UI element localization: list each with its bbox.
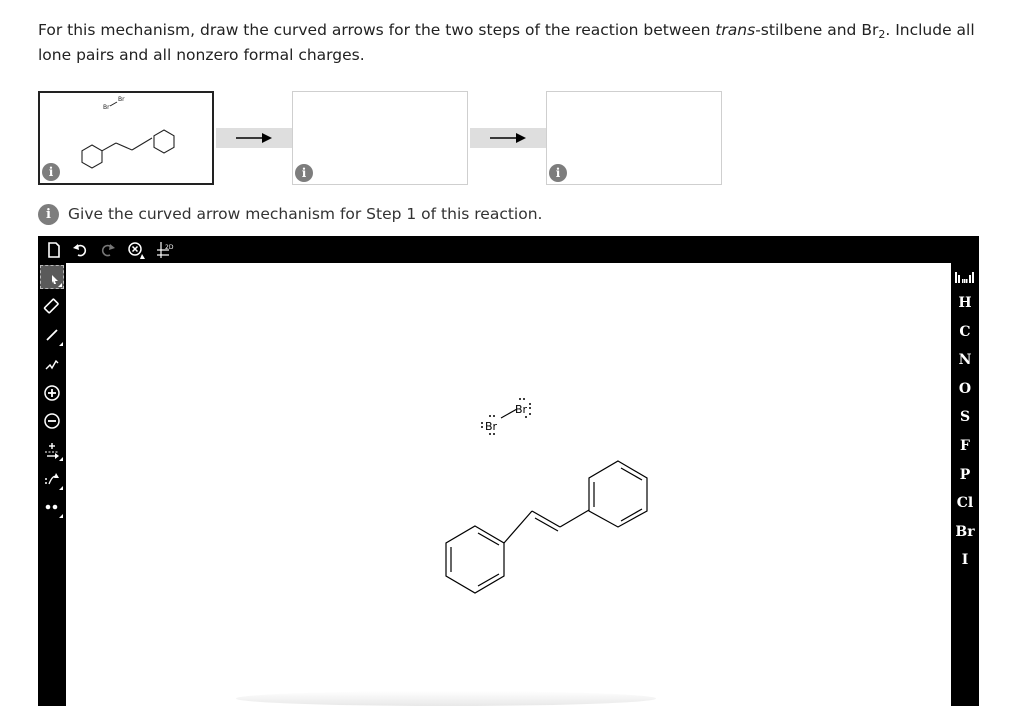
question-text: For this mechanism, draw the curved arro… bbox=[38, 20, 988, 66]
element-cl-button[interactable]: Cl bbox=[951, 491, 979, 515]
step-3-info-icon[interactable]: i bbox=[549, 164, 567, 182]
lone-pair-icon[interactable] bbox=[40, 495, 64, 519]
molecule-drawing: Br Br bbox=[445, 398, 648, 594]
editor-top-toolbar: 2D bbox=[38, 236, 979, 263]
br-atom-2[interactable]: Br bbox=[515, 403, 528, 416]
element-n-button[interactable]: N bbox=[951, 348, 979, 372]
element-o-button[interactable]: O bbox=[951, 377, 979, 401]
zoom-clear-icon[interactable] bbox=[124, 238, 148, 262]
structure-editor: 2D Br Br H C N O S F P Cl Br I bbox=[38, 236, 979, 706]
br-atom-1[interactable]: Br bbox=[485, 420, 498, 433]
element-f-button[interactable]: F bbox=[951, 434, 979, 458]
curved-arrow-icon[interactable] bbox=[40, 467, 64, 491]
step-1-thumbnail: Br Br bbox=[81, 96, 175, 169]
undo-icon[interactable] bbox=[68, 238, 92, 262]
2d-clean-icon[interactable]: 2D bbox=[154, 238, 182, 262]
plus-charge-icon[interactable] bbox=[40, 381, 64, 405]
step-arrow-2 bbox=[470, 128, 546, 148]
electron-arrow-icon[interactable] bbox=[40, 438, 64, 462]
minus-charge-icon[interactable] bbox=[40, 409, 64, 433]
periodic-table-icon[interactable] bbox=[953, 265, 977, 289]
right-arrow-icon bbox=[236, 133, 272, 143]
redo-icon[interactable] bbox=[96, 238, 120, 262]
editor-right-toolbar: H C N O S F P Cl Br I bbox=[951, 263, 979, 706]
clean-2d-label: 2D bbox=[165, 244, 174, 251]
drawing-canvas[interactable]: Br Br bbox=[66, 263, 951, 706]
element-p-button[interactable]: P bbox=[951, 463, 979, 487]
step-arrow-1 bbox=[216, 128, 292, 148]
editor-left-toolbar bbox=[38, 263, 66, 706]
question-middle: -stilbene and Br bbox=[755, 21, 879, 39]
right-arrow-icon bbox=[490, 133, 526, 143]
mechanism-steps: Br Br i i i bbox=[38, 91, 738, 187]
prompt-info-icon[interactable]: i bbox=[38, 203, 59, 225]
element-br-button[interactable]: Br bbox=[951, 520, 979, 544]
select-tool-icon[interactable] bbox=[40, 265, 64, 289]
stilbene-skeleton bbox=[445, 460, 648, 594]
step-box-2[interactable]: i bbox=[292, 91, 468, 185]
eraser-icon[interactable] bbox=[40, 294, 64, 318]
element-s-button[interactable]: S bbox=[951, 405, 979, 429]
thumb-br-2: Br bbox=[118, 96, 125, 103]
prompt-text: Give the curved arrow mechanism for Step… bbox=[68, 205, 543, 223]
new-document-icon[interactable] bbox=[42, 238, 66, 262]
step-box-1[interactable]: Br Br i bbox=[38, 91, 214, 185]
element-i-button[interactable]: I bbox=[951, 548, 979, 572]
step-prompt: i Give the curved arrow mechanism for St… bbox=[38, 203, 542, 225]
bond-icon[interactable] bbox=[40, 323, 64, 347]
question-prefix: For this mechanism, draw the curved arro… bbox=[38, 21, 716, 39]
step-box-3[interactable]: i bbox=[546, 91, 722, 185]
step-2-info-icon[interactable]: i bbox=[295, 164, 313, 182]
chain-icon[interactable] bbox=[40, 352, 64, 376]
question-italic: trans bbox=[715, 21, 756, 39]
thumb-br-1: Br bbox=[103, 104, 110, 111]
step-1-info-icon[interactable]: i bbox=[42, 163, 60, 181]
element-c-button[interactable]: C bbox=[951, 320, 979, 344]
element-h-button[interactable]: H bbox=[951, 291, 979, 315]
